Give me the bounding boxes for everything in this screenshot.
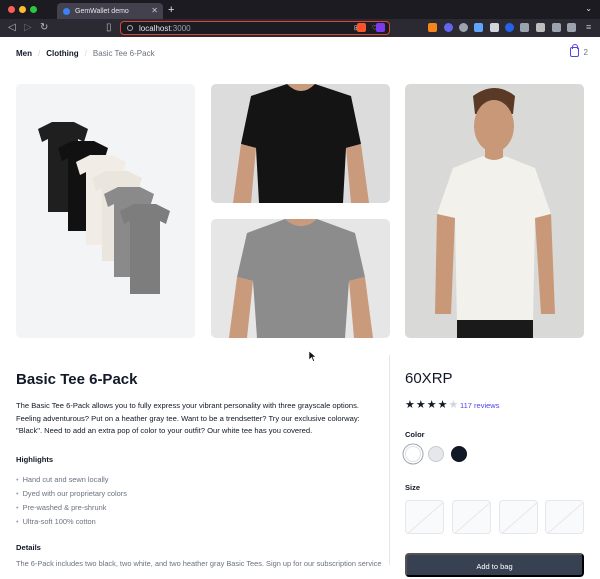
address-bar[interactable]: localhost :3000 ⊞ ♡ xyxy=(120,21,390,35)
gem-favicon-icon xyxy=(63,7,70,15)
product-image-white-tee-model xyxy=(405,84,584,338)
color-swatch-gray[interactable] xyxy=(428,446,444,462)
breadcrumb-men[interactable]: Men xyxy=(16,49,32,58)
breadcrumb: Men / Clothing / Basic Tee 6-Pack xyxy=(16,49,155,58)
navigation-toolbar: ◁ ▷ ↻ ▯ localhost :3000 ⊞ ♡ ≡ xyxy=(0,19,600,37)
tee-stack-icon xyxy=(38,122,170,294)
menu-icon[interactable]: ≡ xyxy=(586,22,591,32)
color-swatch-black[interactable] xyxy=(451,446,467,462)
star-icon: ★ xyxy=(426,399,438,411)
star-icon: ★ xyxy=(415,399,427,411)
extensions-puzzle-icon[interactable] xyxy=(536,23,545,32)
close-tab-icon[interactable]: ✕ xyxy=(151,6,158,15)
reading-list-icon[interactable] xyxy=(552,23,561,32)
size-heading: Size xyxy=(405,483,421,492)
brave-rewards-icon[interactable] xyxy=(376,23,385,32)
star-icon: ★ xyxy=(405,399,416,411)
extension-icon[interactable] xyxy=(520,23,529,32)
minimize-window-button[interactable] xyxy=(19,6,26,13)
bookmark-icon[interactable]: ▯ xyxy=(106,22,112,33)
product-image-stack xyxy=(16,84,195,338)
highlights-list: Hand cut and sewn locally Dyed with our … xyxy=(16,472,127,528)
product-image-black-tee xyxy=(211,84,390,203)
star-icon: ★ xyxy=(448,399,460,411)
metamask-extension-icon[interactable] xyxy=(428,23,437,32)
star-icon: ★ xyxy=(437,399,449,411)
breadcrumb-separator-icon: / xyxy=(38,49,41,58)
cart-button[interactable]: 2 xyxy=(569,44,588,57)
product-description: The Basic Tee 6-Pack allows you to fully… xyxy=(16,401,360,435)
section-divider xyxy=(389,355,390,565)
highlight-item: Dyed with our proprietary colors xyxy=(16,486,127,500)
product-title: Basic Tee 6-Pack xyxy=(16,371,138,388)
breadcrumb-current: Basic Tee 6-Pack xyxy=(92,49,155,58)
breadcrumb-separator-icon: / xyxy=(84,49,87,58)
highlight-item: Pre-washed & pre-shrunk xyxy=(16,500,127,514)
color-swatch-white[interactable] xyxy=(405,446,421,462)
extension-icon[interactable] xyxy=(490,23,499,32)
color-heading: Color xyxy=(405,430,425,439)
details-text: The 6-Pack includes two black, two white… xyxy=(16,559,382,568)
extension-icon[interactable] xyxy=(474,23,483,32)
zoom-window-button[interactable] xyxy=(30,6,37,13)
highlight-item: Hand cut and sewn locally xyxy=(16,472,127,486)
add-to-bag-button[interactable]: Add to bag xyxy=(405,553,584,577)
shopping-bag-icon xyxy=(569,44,579,57)
size-option[interactable] xyxy=(452,500,491,534)
extension-icon[interactable] xyxy=(444,23,453,32)
highlights-heading: Highlights xyxy=(16,455,54,464)
tab-list-icon[interactable]: ⌄ xyxy=(585,4,592,13)
url-host: localhost xyxy=(139,23,171,33)
highlight-item: Ultra-soft 100% cotton xyxy=(16,514,127,528)
rating-stars: ★★★★★ xyxy=(405,398,459,411)
close-window-button[interactable] xyxy=(8,6,15,13)
cart-count: 2 xyxy=(583,47,588,57)
browser-chrome: GemWallet demo ✕ + ⌄ ◁ ▷ ↻ ▯ localhost :… xyxy=(0,0,600,37)
forward-icon[interactable]: ▷ xyxy=(24,22,32,33)
extension-icon[interactable] xyxy=(459,23,468,32)
product-price: 60XRP xyxy=(405,370,453,387)
back-icon[interactable]: ◁ xyxy=(8,22,16,33)
size-option[interactable] xyxy=(405,500,444,534)
site-info-icon[interactable] xyxy=(127,25,133,31)
wallet-icon[interactable] xyxy=(567,23,576,32)
mouse-cursor-icon xyxy=(309,351,317,362)
extension-icon[interactable] xyxy=(505,23,514,32)
brave-shield-icon[interactable] xyxy=(357,23,366,32)
browser-tab[interactable]: GemWallet demo ✕ xyxy=(57,3,163,19)
tab-title: GemWallet demo xyxy=(75,7,129,15)
reviews-link[interactable]: 117 reviews xyxy=(460,401,499,410)
url-port: :3000 xyxy=(170,23,191,33)
new-tab-button[interactable]: + xyxy=(168,4,174,16)
product-image-gray-tee xyxy=(211,219,390,338)
size-option[interactable] xyxy=(499,500,538,534)
tab-strip: GemWallet demo ✕ + ⌄ xyxy=(0,0,600,19)
size-option[interactable] xyxy=(545,500,584,534)
breadcrumb-clothing[interactable]: Clothing xyxy=(46,49,78,58)
reload-icon[interactable]: ↻ xyxy=(40,22,48,33)
details-heading: Details xyxy=(16,543,41,552)
